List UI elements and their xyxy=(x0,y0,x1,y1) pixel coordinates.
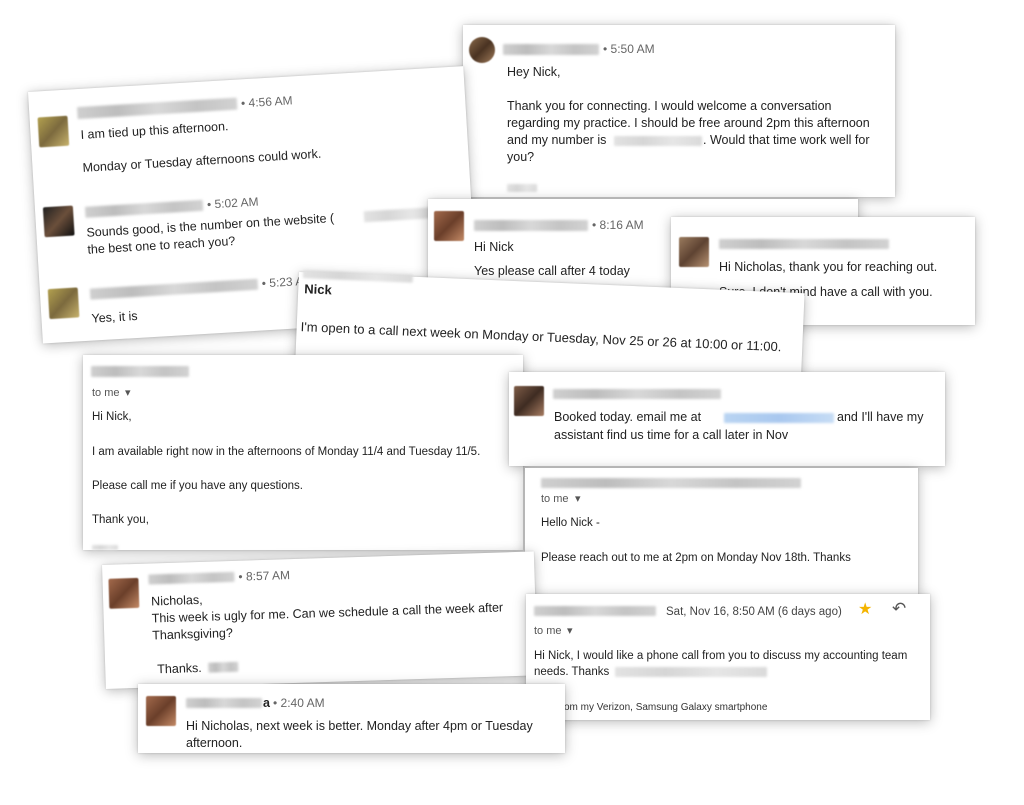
recipient-label[interactable]: to me xyxy=(92,385,120,402)
message-time: • 8:57 AM xyxy=(238,568,291,584)
message-line: Hi Nick xyxy=(474,240,514,254)
email-signature: om my Verizon, Samsung Galaxy smartphone xyxy=(564,702,768,713)
email-line: Hi Nick, xyxy=(92,411,132,423)
message-line: This week is ugly for me. Can we schedul… xyxy=(151,600,504,626)
email-card-reach-out: to me ▾ Hello Nick - Please reach out to… xyxy=(525,468,918,596)
chevron-down-icon[interactable]: ▾ xyxy=(575,491,581,508)
message-line: and I'll have my xyxy=(837,410,924,424)
message-time: • 5:50 AM xyxy=(603,42,655,56)
message-line: Hi Nicholas, next week is better. Monday… xyxy=(186,719,533,733)
body-line: Thank you for connecting. I would welcom… xyxy=(507,99,832,113)
message-line: assistant find us time for a call later … xyxy=(554,428,789,442)
redacted-website xyxy=(363,207,435,223)
redacted-sender-name xyxy=(76,97,238,120)
email-line: Please call me if you have any questions… xyxy=(92,480,303,492)
sender-avatar xyxy=(514,386,544,416)
chevron-down-icon[interactable]: ▾ xyxy=(567,623,573,640)
redacted-sender-name xyxy=(541,478,801,488)
sender-avatar xyxy=(679,237,709,267)
body-line: . Would that time work well for xyxy=(703,133,870,147)
message-card-240am: a • 2:40 AM Hi Nicholas, next week is be… xyxy=(138,684,565,753)
email-line: Hello Nick - xyxy=(541,517,600,529)
message-time: • 5:02 AM xyxy=(206,194,259,212)
message-card-booked: Booked today. email me at and I'll have … xyxy=(509,372,945,466)
message-line: Monday or Tuesday afternoons could work. xyxy=(82,146,322,175)
message-line: Yes please call after 4 today xyxy=(474,264,630,278)
sender-avatar xyxy=(47,287,80,320)
email-line: Thank you, xyxy=(92,514,149,526)
sender-avatar xyxy=(434,211,464,241)
redacted-sender-name xyxy=(534,606,656,616)
sender-avatar xyxy=(37,115,70,148)
message-time: • 8:16 AM xyxy=(592,218,644,232)
greeting: Hey Nick, xyxy=(507,65,561,79)
message-line: Thanks. xyxy=(157,660,202,677)
sender-avatar xyxy=(469,37,495,63)
sender-name-tail: a xyxy=(263,696,270,710)
email-line: Please reach out to me at 2pm on Monday … xyxy=(541,552,851,564)
redacted-sender-name xyxy=(503,44,599,55)
message-time: • 2:40 AM xyxy=(273,696,325,710)
message-line: Hi Nicholas, thank you for reaching out. xyxy=(719,260,938,274)
redacted-phone xyxy=(614,136,702,146)
reply-icon[interactable]: ↶ xyxy=(892,600,906,617)
redacted-sender-name xyxy=(91,366,189,377)
message-line: I am tied up this afternoon. xyxy=(80,119,229,142)
sender-name: Nick xyxy=(303,281,333,298)
redacted-sender-name xyxy=(186,698,262,708)
message-card-550am: • 5:50 AM Hey Nick, Thank you for connec… xyxy=(463,25,895,197)
redacted-signature xyxy=(92,545,118,550)
message-line: afternoon. xyxy=(186,736,243,750)
message-line: Booked today. email me at xyxy=(554,410,702,424)
message-line: Yes, it is xyxy=(91,308,138,326)
body-line: and my number is xyxy=(507,133,607,147)
recipient-label[interactable]: to me xyxy=(534,623,562,640)
redacted-sender-name xyxy=(84,199,204,218)
redacted-sender-name xyxy=(148,571,235,585)
message-line: Nicholas, xyxy=(150,592,203,609)
redacted-signature xyxy=(507,184,537,192)
email-line: Hi Nick, I would like a phone call from … xyxy=(534,650,908,662)
message-card-857am: • 8:57 AM Nicholas, This week is ugly fo… xyxy=(102,551,538,689)
redacted-sender-name xyxy=(719,239,889,249)
sender-avatar xyxy=(108,577,140,609)
email-card-nov16: Sat, Nov 16, 8:50 AM (6 days ago) ★ ↶ to… xyxy=(526,594,930,720)
email-card-available: to me ▾ Hi Nick, I am available right no… xyxy=(83,355,523,550)
email-date: Sat, Nov 16, 8:50 AM (6 days ago) xyxy=(666,606,842,618)
body-line: regarding my practice. I should be free … xyxy=(507,116,870,130)
redacted-sender-name xyxy=(474,220,588,231)
email-line: I am available right now in the afternoo… xyxy=(92,446,481,458)
sender-avatar xyxy=(42,205,75,238)
message-time: • 4:56 AM xyxy=(240,93,293,111)
message-line: I'm open to a call next week on Monday o… xyxy=(300,319,782,355)
body-line: you? xyxy=(507,150,535,164)
message-line: Thanksgiving? xyxy=(152,625,234,643)
sender-avatar xyxy=(146,696,176,726)
redacted-sender-name xyxy=(89,278,259,300)
recipient-label[interactable]: to me xyxy=(541,491,569,508)
redacted-email[interactable] xyxy=(724,413,834,423)
redacted-sender-name xyxy=(553,389,721,399)
redacted-name xyxy=(615,667,767,677)
redacted-signature xyxy=(208,661,239,673)
chevron-down-icon[interactable]: ▾ xyxy=(125,385,131,402)
star-icon[interactable]: ★ xyxy=(858,601,872,618)
email-line: needs. Thanks xyxy=(534,666,610,678)
